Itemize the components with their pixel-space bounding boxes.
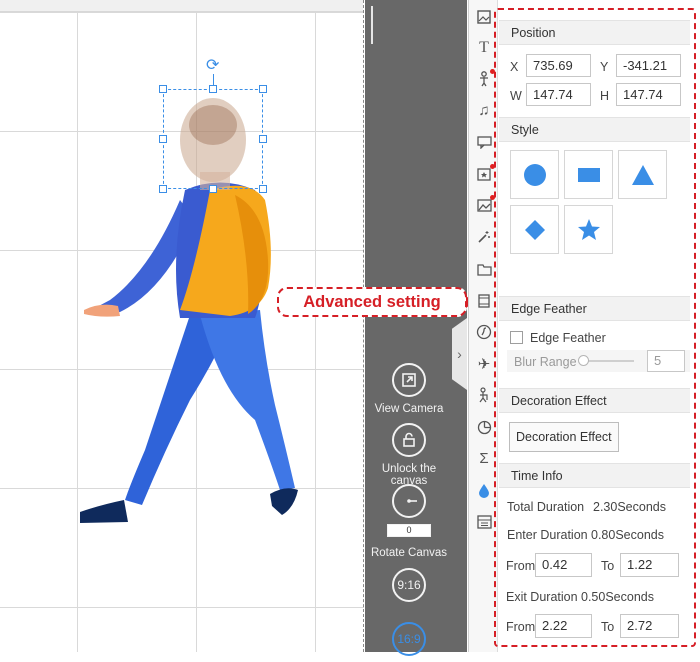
enter-to-input[interactable]: 1.22 <box>620 553 679 577</box>
exit-to-label: To <box>601 620 615 634</box>
editing-canvas[interactable]: ⟳ <box>0 0 364 652</box>
ratio-9-16-button[interactable]: 9:16 <box>366 568 452 608</box>
exit-duration-value: 0.50Seconds <box>581 590 654 604</box>
diamond-shape-icon <box>524 219 545 240</box>
enter-duration-value: 0.80Seconds <box>591 528 664 542</box>
properties-panel: Position X 735.69 Y -341.21 W 147.74 H 1… <box>499 11 690 643</box>
shape-triangle-button[interactable] <box>618 150 667 199</box>
resize-handle-top-center[interactable] <box>209 85 217 93</box>
rotate-handle-icon[interactable]: ⟳ <box>206 58 219 74</box>
drop-icon[interactable] <box>475 481 493 499</box>
sticker-icon[interactable] <box>475 164 495 183</box>
rotate-canvas-tool[interactable]: 0 Rotate Canvas <box>366 484 452 559</box>
rotate-canvas-label: Rotate Canvas <box>370 547 448 559</box>
ratio-16-9-label: 16:9 <box>392 622 426 656</box>
x-input[interactable]: 735.69 <box>526 54 591 77</box>
new-badge-dot <box>490 69 495 74</box>
h-label: H <box>600 89 610 103</box>
exit-from-input[interactable]: 2.22 <box>535 614 592 638</box>
blur-range-slider[interactable] <box>578 355 589 366</box>
unlock-icon <box>392 423 426 457</box>
character-hand <box>84 304 120 317</box>
layers-icon[interactable] <box>475 513 493 531</box>
blur-range-label: Blur Range <box>514 355 577 369</box>
x-label: X <box>510 60 519 74</box>
picture-icon[interactable] <box>475 195 495 214</box>
shape-diamond-button[interactable] <box>510 205 559 254</box>
airplane-icon[interactable]: ✈ <box>475 355 493 373</box>
shape-star-button[interactable] <box>564 205 613 254</box>
rectangle-shape-icon <box>577 167 600 182</box>
effect-icon[interactable] <box>475 323 493 341</box>
shape-circle-button[interactable] <box>510 150 559 199</box>
y-input[interactable]: -341.21 <box>616 54 681 77</box>
sigma-icon[interactable]: Σ <box>475 449 493 467</box>
ratio-9-16-label: 9:16 <box>392 568 426 602</box>
unlock-canvas-tool[interactable]: Unlock the canvas <box>366 423 452 487</box>
total-duration-value: 2.30Seconds <box>593 500 666 514</box>
w-input[interactable]: 147.74 <box>526 83 591 106</box>
collapse-panel-tab[interactable]: › <box>452 318 467 390</box>
resize-handle-middle-right[interactable] <box>259 135 267 143</box>
exit-duration-label: Exit Duration <box>506 590 578 604</box>
resize-handle-top-right[interactable] <box>259 85 267 93</box>
shape-rectangle-button[interactable] <box>564 150 613 199</box>
music-icon[interactable]: ♫ <box>475 101 493 119</box>
edge-feather-checkbox[interactable] <box>510 331 523 344</box>
resize-handle-bottom-left[interactable] <box>159 185 167 193</box>
advanced-setting-callout: Advanced setting <box>277 287 467 317</box>
exit-from-label: From <box>506 620 536 634</box>
view-camera-tool[interactable]: View Camera <box>366 363 452 415</box>
enter-from-label: From <box>506 559 536 573</box>
rotate-angle-input[interactable]: 0 <box>387 524 431 537</box>
new-badge-dot <box>490 164 495 169</box>
resize-handle-bottom-right[interactable] <box>259 185 267 193</box>
blur-range-input[interactable]: 5 <box>647 350 685 372</box>
style-section-header: Style <box>499 117 690 142</box>
character-front-shoe <box>270 488 298 515</box>
resize-handle-middle-left[interactable] <box>159 135 167 143</box>
puppet-icon[interactable] <box>475 386 493 404</box>
image-icon[interactable] <box>475 8 493 26</box>
magic-wand-icon[interactable] <box>475 228 493 246</box>
pie-chart-icon[interactable] <box>475 418 493 436</box>
character-front-leg <box>200 310 295 490</box>
ratio-16-9-button[interactable]: 16:9 <box>366 622 452 662</box>
rotate-dial-icon <box>392 484 426 518</box>
w-label: W <box>510 89 522 103</box>
character-back-shoe <box>80 500 128 523</box>
canvas-top-ruler <box>0 0 363 12</box>
triangle-shape-icon <box>631 164 654 185</box>
edge-feather-checkbox-label: Edge Feather <box>530 331 606 345</box>
enter-to-label: To <box>601 559 615 573</box>
h-input[interactable]: 147.74 <box>616 83 681 106</box>
resize-handle-bottom-center[interactable] <box>209 185 217 193</box>
y-label: Y <box>600 60 609 74</box>
new-badge-dot <box>490 195 495 200</box>
vertical-scrollbar[interactable] <box>371 6 373 44</box>
film-icon[interactable] <box>475 292 493 310</box>
edge-feather-section-header: Edge Feather <box>499 296 690 321</box>
folder-icon[interactable] <box>475 260 493 278</box>
character-icon[interactable] <box>475 69 495 88</box>
camera-view-icon <box>392 363 426 397</box>
exit-to-input[interactable]: 2.72 <box>620 614 679 638</box>
decoration-effect-section-header: Decoration Effect <box>499 388 690 413</box>
object-type-iconbar: T ♫ ✈ Σ <box>468 0 498 652</box>
resize-handle-top-left[interactable] <box>159 85 167 93</box>
selection-box[interactable] <box>163 89 263 189</box>
text-icon[interactable]: T <box>475 39 493 57</box>
circle-shape-icon <box>523 163 546 186</box>
decoration-effect-button[interactable]: Decoration Effect <box>509 422 619 452</box>
view-camera-label: View Camera <box>374 403 444 415</box>
position-section-header: Position <box>499 20 690 45</box>
speech-bubble-icon[interactable] <box>475 133 493 151</box>
star-shape-icon <box>577 219 600 240</box>
chevron-right-icon: › <box>457 346 462 362</box>
time-info-section-header: Time Info <box>499 463 690 488</box>
enter-from-input[interactable]: 0.42 <box>535 553 592 577</box>
enter-duration-label: Enter Duration <box>507 528 588 542</box>
total-duration-label: Total Duration <box>507 500 585 514</box>
